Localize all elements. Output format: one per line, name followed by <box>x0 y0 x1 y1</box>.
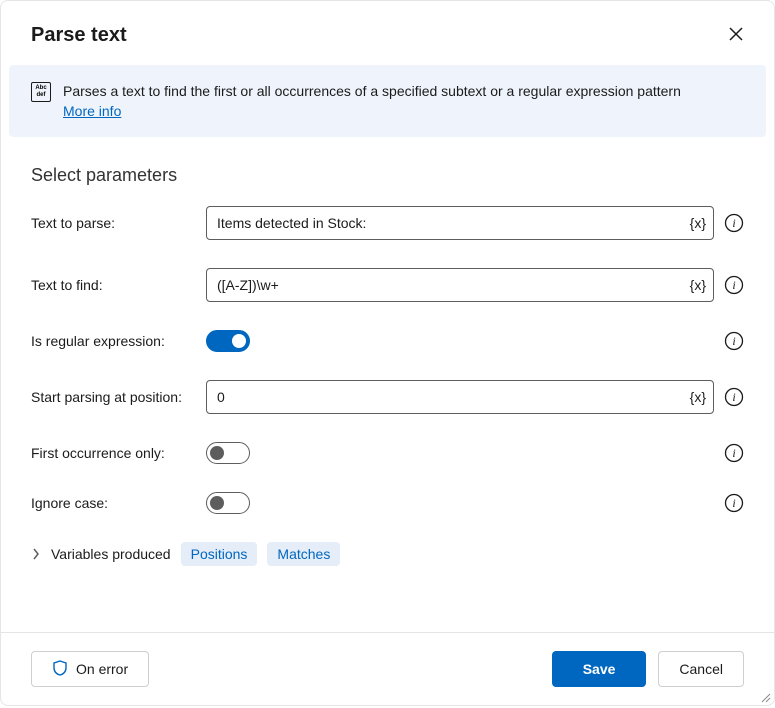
section-title: Select parameters <box>31 165 744 186</box>
row-text-to-parse: Text to parse: {x} i <box>31 206 744 240</box>
on-error-button[interactable]: On error <box>31 651 149 687</box>
label-is-regex: Is regular expression: <box>31 333 206 349</box>
shield-icon <box>52 660 68 679</box>
dialog-footer: On error Save Cancel <box>1 632 774 705</box>
info-banner: Abc def Parses a text to find the first … <box>9 65 766 137</box>
close-icon <box>729 27 743 44</box>
info-icon[interactable]: i <box>724 275 744 295</box>
dialog-body: Select parameters Text to parse: {x} i T… <box>1 137 774 632</box>
banner-text: Parses a text to find the first or all o… <box>63 81 681 121</box>
row-text-to-find: Text to find: {x} i <box>31 268 744 302</box>
dialog-header: Parse text <box>1 1 774 65</box>
chevron-right-icon[interactable] <box>31 548 41 560</box>
info-icon[interactable]: i <box>724 213 744 233</box>
variable-picker-icon[interactable]: {x} <box>690 215 706 231</box>
variables-produced-label[interactable]: Variables produced <box>51 546 171 562</box>
label-start-position: Start parsing at position: <box>31 389 206 405</box>
info-icon[interactable]: i <box>724 331 744 351</box>
svg-text:i: i <box>732 390 735 404</box>
start-position-input[interactable] <box>206 380 714 414</box>
ignore-case-toggle[interactable] <box>206 492 250 514</box>
svg-text:i: i <box>732 216 735 230</box>
svg-text:i: i <box>732 446 735 460</box>
abc-def-icon: Abc def <box>31 82 51 102</box>
row-is-regex: Is regular expression: i <box>31 330 744 352</box>
dialog-title: Parse text <box>31 24 127 47</box>
info-icon[interactable]: i <box>724 443 744 463</box>
svg-text:i: i <box>732 496 735 510</box>
variables-produced-row: Variables produced Positions Matches <box>31 542 744 566</box>
variable-picker-icon[interactable]: {x} <box>690 277 706 293</box>
svg-text:i: i <box>732 278 735 292</box>
info-icon[interactable]: i <box>724 387 744 407</box>
label-first-only: First occurrence only: <box>31 445 206 461</box>
text-to-parse-input[interactable] <box>206 206 714 240</box>
more-info-link[interactable]: More info <box>63 103 121 119</box>
first-only-toggle[interactable] <box>206 442 250 464</box>
info-icon[interactable]: i <box>724 493 744 513</box>
parse-text-dialog: Parse text Abc def Parses a text to find… <box>0 0 775 706</box>
variable-picker-icon[interactable]: {x} <box>690 389 706 405</box>
row-start-position: Start parsing at position: {x} i <box>31 380 744 414</box>
is-regex-toggle[interactable] <box>206 330 250 352</box>
label-text-to-find: Text to find: <box>31 277 206 293</box>
label-ignore-case: Ignore case: <box>31 495 206 511</box>
close-button[interactable] <box>720 19 752 51</box>
label-text-to-parse: Text to parse: <box>31 215 206 231</box>
row-first-only: First occurrence only: i <box>31 442 744 464</box>
variable-chip-positions[interactable]: Positions <box>181 542 258 566</box>
cancel-button[interactable]: Cancel <box>658 651 744 687</box>
variable-chip-matches[interactable]: Matches <box>267 542 340 566</box>
text-to-find-input[interactable] <box>206 268 714 302</box>
svg-text:i: i <box>732 334 735 348</box>
save-button[interactable]: Save <box>552 651 647 687</box>
row-ignore-case: Ignore case: i <box>31 492 744 514</box>
